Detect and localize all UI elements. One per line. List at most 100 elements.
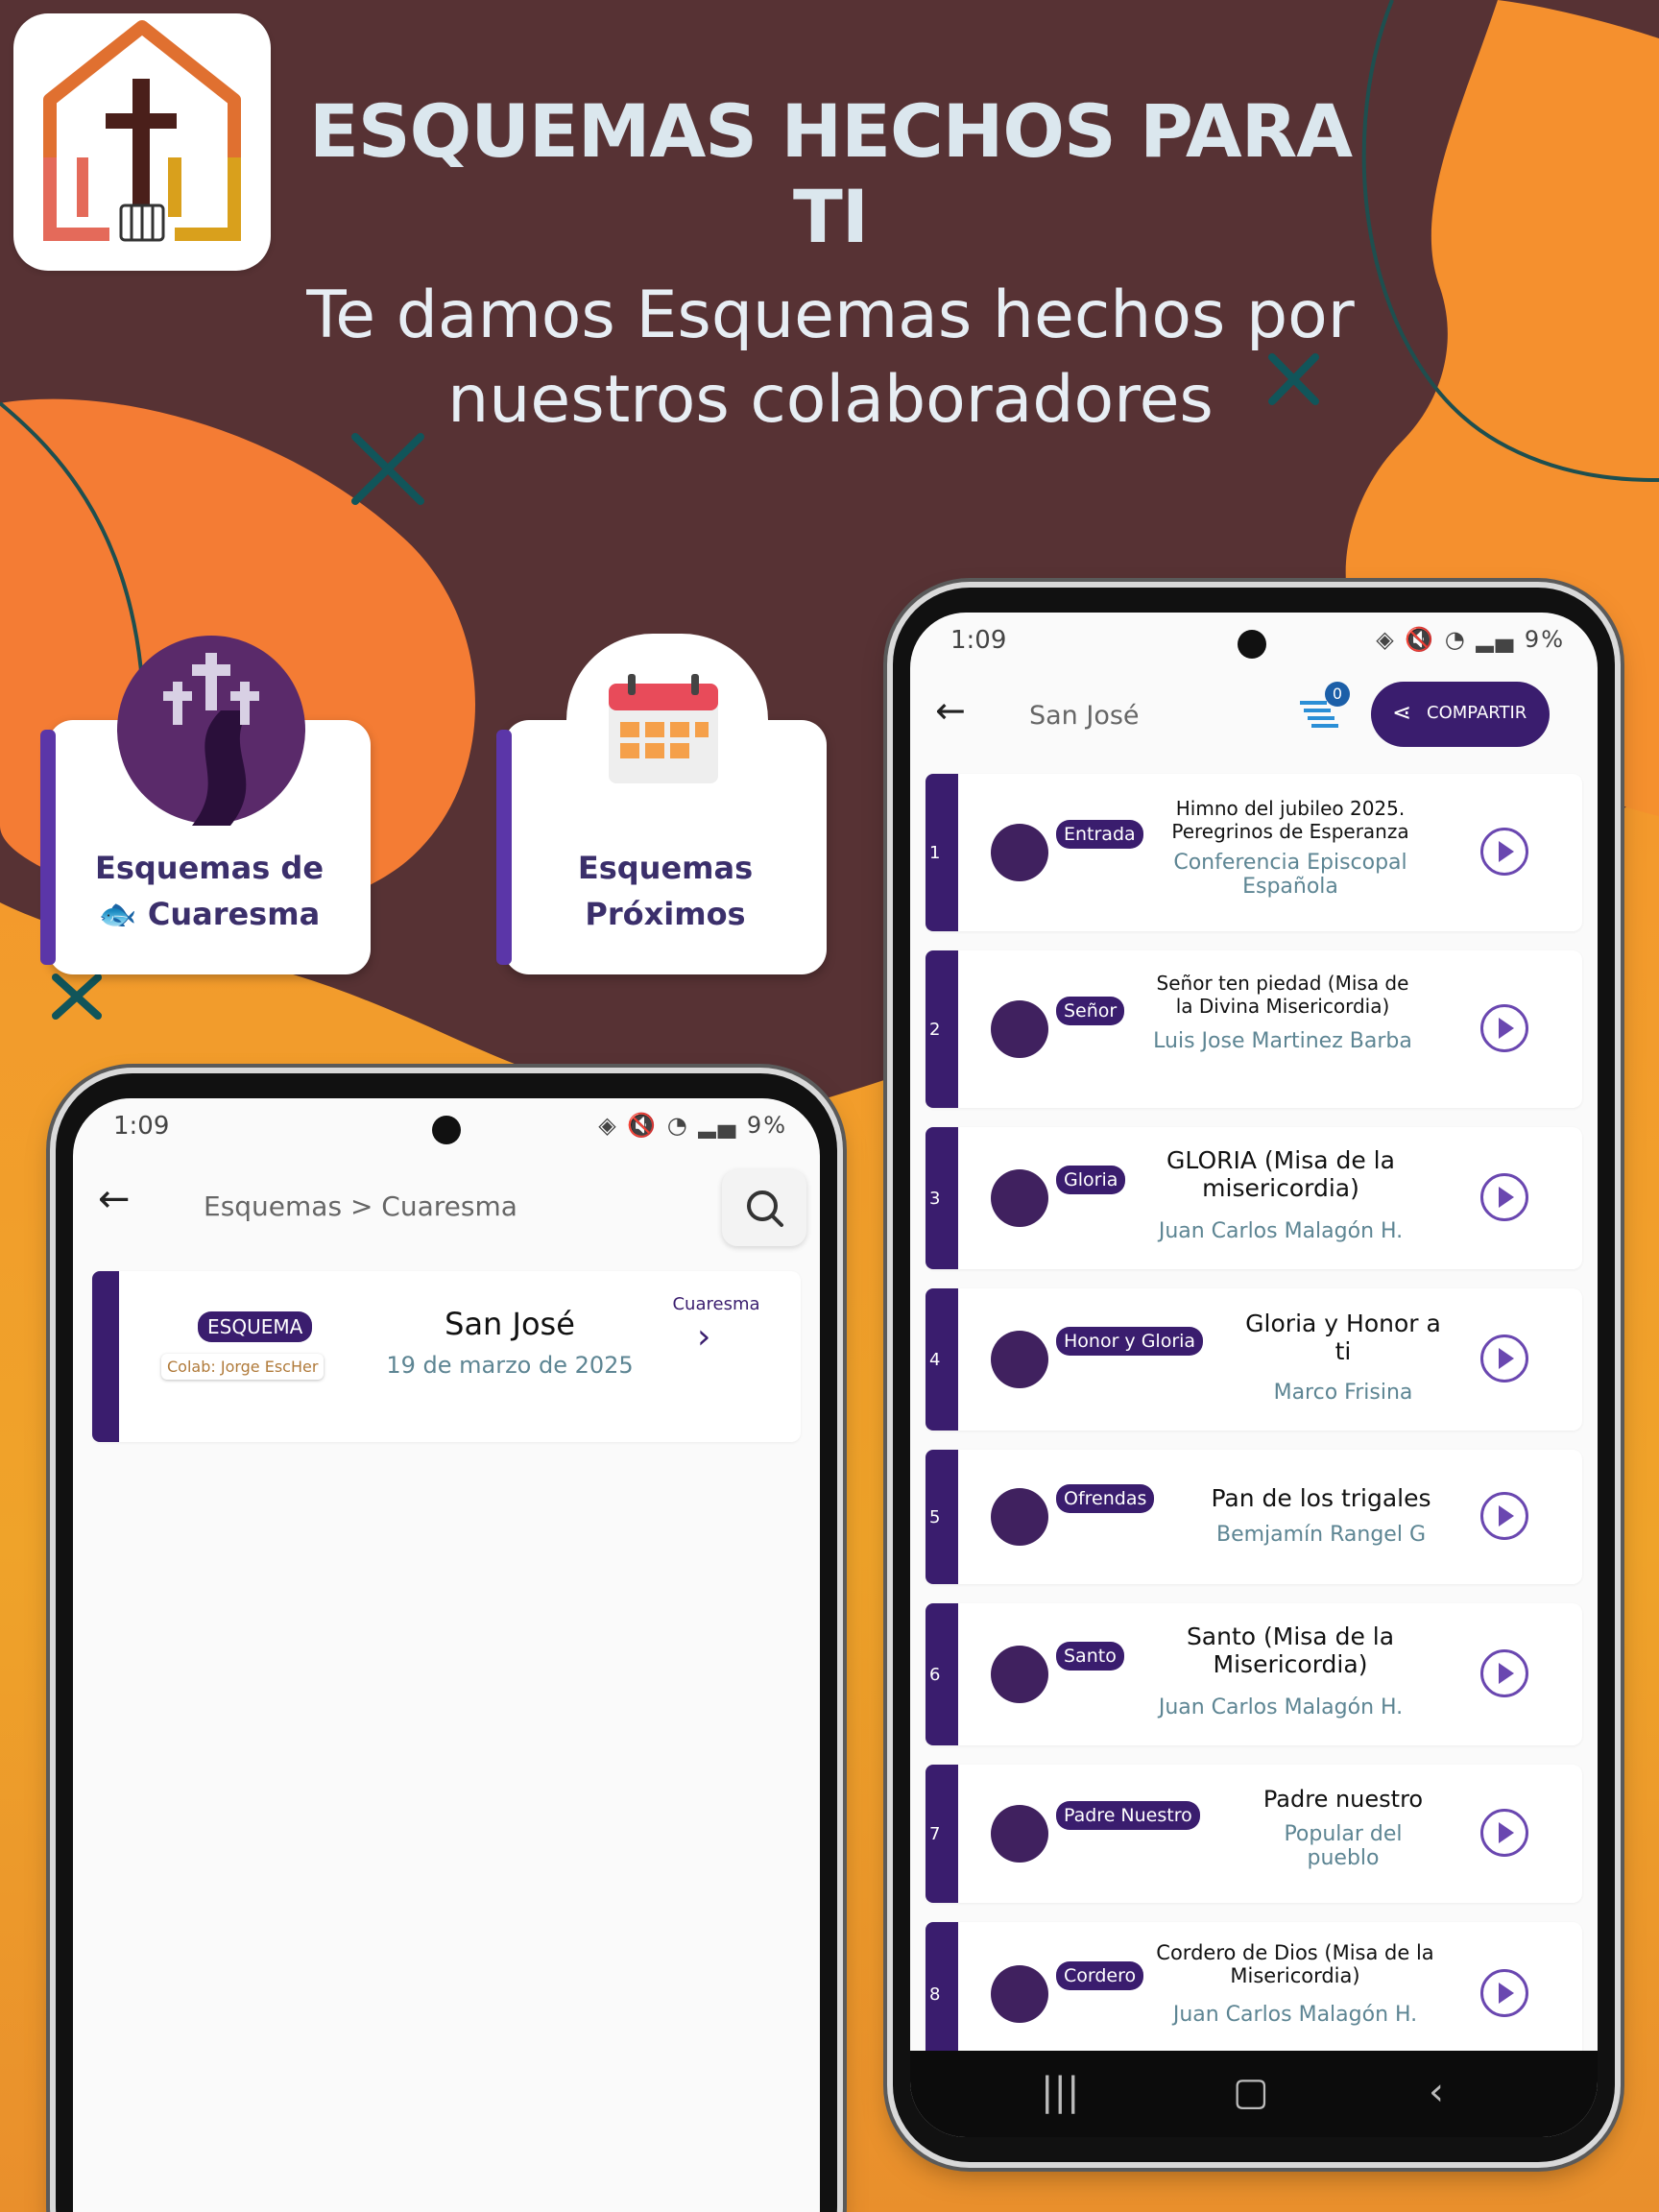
back-arrow-icon[interactable]: ← [935, 689, 966, 732]
song-row[interactable]: 5 Ofrendas Pan de los trigales Bemjamín … [926, 1450, 1582, 1584]
song-avatar-icon [991, 1169, 1048, 1227]
song-author: Juan Carlos Malagón H. [1158, 1695, 1404, 1719]
esquema-date: 19 de marzo de 2025 [386, 1352, 634, 1379]
song-row[interactable]: 7 Padre Nuestro Padre nuestro Popular de… [926, 1765, 1582, 1903]
front-camera [1238, 630, 1266, 659]
search-icon [747, 1190, 783, 1227]
play-icon[interactable] [1480, 1334, 1528, 1382]
song-author: Marco Frisina [1273, 1381, 1413, 1405]
row-number: 4 [929, 1350, 941, 1370]
back-nav-icon[interactable]: ‹ [1429, 2070, 1444, 2114]
chevron-right-icon[interactable]: › [697, 1317, 710, 1357]
play-icon[interactable] [1480, 1969, 1528, 2017]
share-icon: ⋖ [1392, 699, 1412, 726]
battery-percent: 9% [746, 1112, 787, 1139]
song-row[interactable]: 6 Santo Santo (Misa de la Misericordia) … [926, 1603, 1582, 1745]
song-tag: Santo [1056, 1642, 1124, 1671]
right-phone-screen: 1:09 ◈ 🔇 ◔ ▂▄ 9% ← San José 0 ⋖ COMPARTI… [910, 613, 1598, 2137]
play-icon[interactable] [1480, 1809, 1528, 1857]
row-accent-bar: 5 [926, 1450, 958, 1584]
song-tag: Cordero [1056, 1961, 1144, 1990]
play-icon[interactable] [1480, 828, 1528, 876]
row-number: 3 [929, 1189, 941, 1209]
song-row[interactable]: 8 Cordero Cordero de Dios (Misa de la Mi… [926, 1922, 1582, 2066]
row-number: 2 [929, 1020, 941, 1040]
row-number: 7 [929, 1824, 941, 1844]
subheadline-line: nuestros colaboradores [447, 362, 1214, 438]
row-number: 8 [929, 1984, 941, 2005]
song-author: Juan Carlos Malagón H. [1172, 2003, 1418, 2027]
song-title: Señor ten piedad (Misa de la Divina Mise… [1156, 972, 1409, 1018]
play-icon[interactable] [1480, 1004, 1528, 1052]
row-accent-bar: 8 [926, 1922, 958, 2066]
play-icon[interactable] [1480, 1492, 1528, 1540]
app-logo [13, 13, 271, 271]
row-accent-bar: 6 [926, 1603, 958, 1745]
fish-icon: 🐟 [98, 896, 148, 932]
category-label: Esquemas Próximos [504, 845, 827, 937]
front-camera [432, 1116, 461, 1144]
crosses-path-icon [117, 636, 305, 826]
play-icon[interactable] [1480, 1173, 1528, 1221]
song-row[interactable]: 3 Gloria GLORIA (Misa de la misericordia… [926, 1127, 1582, 1269]
row-accent-bar: 7 [926, 1765, 958, 1903]
left-phone-screen: 1:09 ◈ 🔇 ◔ ▂▄ 9% ← Esquemas > Cuaresma E… [73, 1098, 820, 2212]
status-time: 1:09 [113, 1112, 170, 1141]
song-tag: Ofrendas [1056, 1484, 1155, 1513]
back-arrow-icon[interactable]: ← [98, 1177, 131, 1221]
song-avatar-icon [991, 1965, 1048, 2023]
song-tag: Entrada [1056, 820, 1143, 849]
recents-icon[interactable]: ||| [1041, 2070, 1079, 2114]
song-author: Juan Carlos Malagón H. [1158, 1219, 1404, 1243]
category-label: Cuaresma [672, 1294, 760, 1314]
schema-title: San José [1029, 701, 1140, 731]
row-accent-bar: 1 [926, 774, 958, 931]
row-number: 6 [929, 1665, 941, 1685]
song-tag: Señor [1056, 997, 1125, 1025]
system-navbar: ||| ▢ ‹ [910, 2051, 1598, 2137]
song-row[interactable]: 4 Honor y Gloria Gloria y Honor a ti Mar… [926, 1288, 1582, 1431]
song-row[interactable]: 1 Entrada Himno del jubileo 2025. Peregr… [926, 774, 1582, 931]
category-label-line: 🐟 Cuaresma [48, 891, 371, 937]
row-number: 5 [929, 1507, 941, 1527]
share-button[interactable]: ⋖ COMPARTIR [1371, 682, 1550, 747]
song-avatar-icon [991, 1488, 1048, 1546]
esquema-title: San José [445, 1306, 575, 1342]
play-icon[interactable] [1480, 1649, 1528, 1697]
status-icons: ◈ 🔇 ◔ ▂▄ 9% [1376, 626, 1565, 653]
category-label-line: Próximos [585, 896, 746, 932]
card-accent-bar [92, 1271, 119, 1442]
song-title: Gloria y Honor a ti [1245, 1310, 1441, 1365]
colab-badge: Colab: Jorge EscHer [161, 1354, 325, 1380]
status-icons: ◈ 🔇 ◔ ▂▄ 9% [598, 1112, 787, 1139]
esquema-badge: ESQUEMA [198, 1311, 313, 1342]
category-label-text: Cuaresma [147, 896, 321, 932]
song-tag: Honor y Gloria [1056, 1327, 1204, 1356]
song-tag: Gloria [1056, 1166, 1126, 1194]
song-author: Conferencia Episcopal Española [1173, 851, 1407, 899]
song-tag: Padre Nuestro [1056, 1801, 1200, 1830]
status-bar: 1:09 ◈ 🔇 ◔ ▂▄ 9% [910, 613, 1598, 670]
song-avatar-icon [991, 1000, 1048, 1058]
app-bar: ← Esquemas > Cuaresma [73, 1158, 820, 1254]
queue-icon[interactable]: 0 [1298, 682, 1350, 732]
search-button[interactable] [722, 1169, 806, 1246]
esquema-card[interactable]: ESQUEMA Colab: Jorge EscHer San José 19 … [92, 1271, 801, 1442]
calendar-icon [609, 674, 718, 783]
song-avatar-icon [991, 1331, 1048, 1388]
song-title: Padre nuestro [1262, 1786, 1424, 1813]
song-row[interactable]: 2 Señor Señor ten piedad (Misa de la Div… [926, 950, 1582, 1108]
status-time: 1:09 [950, 626, 1007, 655]
promo-canvas: ESQUEMAS HECHOS PARA TI Te damos Esquema… [0, 0, 1659, 2212]
song-title: Santo (Misa de la Misericordia) [1186, 1623, 1395, 1678]
category-label: Esquemas de 🐟 Cuaresma [48, 845, 371, 937]
headline: ESQUEMAS HECHOS PARA TI [308, 88, 1353, 259]
queue-count-badge: 0 [1325, 682, 1350, 707]
song-avatar-icon [991, 1805, 1048, 1863]
share-label: COMPARTIR [1427, 703, 1527, 723]
church-cross-logo-icon [43, 20, 241, 242]
home-icon[interactable]: ▢ [1233, 2070, 1269, 2114]
right-phone: 1:09 ◈ 🔇 ◔ ▂▄ 9% ← San José 0 ⋖ COMPARTI… [893, 588, 1615, 2162]
row-number: 1 [929, 843, 941, 863]
row-accent-bar: 3 [926, 1127, 958, 1269]
